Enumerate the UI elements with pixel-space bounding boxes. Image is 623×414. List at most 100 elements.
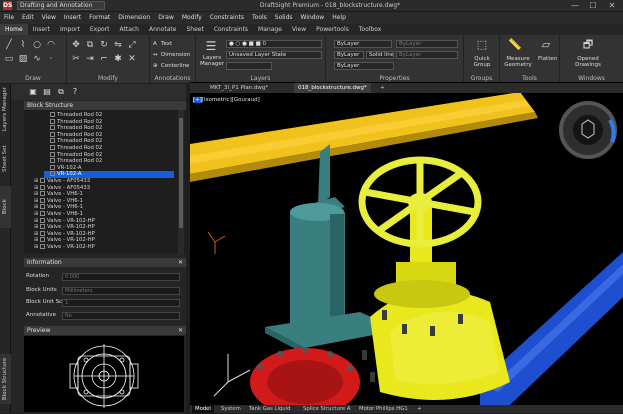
tree-checkbox[interactable] <box>50 118 55 124</box>
close-icon[interactable]: ✕ <box>178 326 183 335</box>
new-sheet-tab-button[interactable]: + <box>414 405 424 413</box>
side-tab-layers-manager[interactable]: Layers Manager <box>0 86 11 132</box>
menu-help[interactable]: Help <box>328 12 350 24</box>
layer-state-dropdown[interactable]: Unsaved Layer State <box>226 51 322 59</box>
tree-checkbox[interactable] <box>40 244 45 249</box>
menu-format[interactable]: Format <box>85 12 114 24</box>
doc-tab-blockstructure[interactable]: 018_blockstructure.dwg* <box>294 83 371 93</box>
tree-row[interactable]: Threaded Rod 02 <box>44 112 174 118</box>
tab-powertools[interactable]: Powertools <box>311 24 354 35</box>
tab-export[interactable]: Export <box>85 24 115 35</box>
new-doc-tab-button[interactable]: + <box>376 83 389 93</box>
opened-drawings-label[interactable]: Opened Drawings <box>566 56 610 68</box>
move-icon[interactable]: ✥ <box>71 40 81 50</box>
tab-insert[interactable]: Insert <box>28 24 55 35</box>
spline-icon[interactable]: ∿ <box>32 54 42 64</box>
menu-view[interactable]: View <box>38 12 60 24</box>
expand-toggle-icon[interactable]: ⊞ <box>34 198 39 204</box>
side-tab-sheet-set-manager[interactable]: Sheet Set Manager <box>0 134 19 184</box>
tab-sheet[interactable]: Sheet <box>181 24 208 35</box>
tree-checkbox[interactable] <box>40 237 45 243</box>
circle-icon[interactable]: ○ <box>32 40 42 50</box>
tree-row[interactable]: ⊞ Valve - VR-102-HP <box>34 237 174 243</box>
tree-row[interactable]: ⊞ Valve - AF05433 <box>34 178 174 184</box>
info-value[interactable]: 0.000 <box>62 273 180 281</box>
tree-checkbox[interactable] <box>50 112 55 117</box>
flatten-icon[interactable]: ▱ <box>540 39 552 52</box>
sheet-tab-model[interactable]: Model <box>192 405 214 413</box>
tab-import[interactable]: Import <box>55 24 85 35</box>
tab-attach[interactable]: Attach <box>115 24 144 35</box>
expand-toggle-icon[interactable]: ⊞ <box>34 244 39 250</box>
expand-toggle-icon[interactable]: ⊞ <box>34 191 39 197</box>
expand-toggle-icon[interactable]: ⊞ <box>34 211 39 217</box>
sheet-tab-splice-structure-a[interactable]: Splice Structure A <box>300 405 353 413</box>
menu-dimension[interactable]: Dimension <box>114 12 154 24</box>
maximize-button[interactable]: ☐ <box>585 0 601 12</box>
quick-group-label[interactable]: Quick Group <box>466 56 498 68</box>
color-dropdown[interactable]: ByLayer <box>334 40 392 48</box>
tree-row[interactable]: Threaded Rod 02 <box>44 138 174 144</box>
menu-draw[interactable]: Draw <box>154 12 178 24</box>
tree-row[interactable]: ⊞ Valve - VH6-1 <box>34 191 174 197</box>
side-tab-block-structure[interactable]: Block Structure <box>0 186 19 228</box>
tree-checkbox[interactable] <box>50 145 55 150</box>
valve-body[interactable] <box>370 202 510 400</box>
close-icon[interactable]: ✕ <box>178 258 183 267</box>
layer-tools-dropdown[interactable] <box>226 62 272 70</box>
expand-toggle-icon[interactable]: ⊞ <box>34 185 39 191</box>
view-label-tag[interactable]: [+] <box>193 97 202 103</box>
linetype-dropdown[interactable]: ByLayer <box>334 51 364 59</box>
tree-row[interactable]: VR-102-A <box>44 164 174 171</box>
refresh-icon[interactable]: ⧉ <box>56 87 66 97</box>
collapse-icon[interactable]: ▤ <box>42 87 52 97</box>
explode-icon[interactable]: ✱ <box>113 54 123 64</box>
tree-checkbox[interactable] <box>50 125 55 131</box>
app-logo[interactable]: DS <box>3 1 12 10</box>
tree-checkbox[interactable] <box>40 224 45 230</box>
rotate-icon[interactable]: ↻ <box>99 40 109 50</box>
menu-insert[interactable]: Insert <box>60 12 85 24</box>
tree-checkbox[interactable] <box>50 138 55 144</box>
tab-manage[interactable]: Manage <box>253 24 287 35</box>
workspace-dropdown[interactable]: Drafting and Annotation <box>17 1 105 10</box>
view-mode-label[interactable]: [+][Isometric][Gouraud] <box>193 97 260 104</box>
tree-checkbox[interactable] <box>50 164 55 170</box>
tree-row[interactable]: Threaded Rod 02 <box>44 131 174 138</box>
trim-icon[interactable]: ✂ <box>71 54 81 64</box>
tree-checkbox[interactable] <box>40 217 45 223</box>
scale-icon[interactable]: ⤢ <box>127 40 137 50</box>
tree-checkbox[interactable] <box>40 184 45 190</box>
erase-icon[interactable]: ✕ <box>127 54 137 64</box>
menu-constraints[interactable]: Constraints <box>206 12 248 24</box>
plotstyle-dropdown[interactable]: ByLayer <box>334 62 394 70</box>
tree-row[interactable]: ⊞ Valve - VH6-1 <box>34 197 174 204</box>
tab-toolbox[interactable]: Toolbox <box>354 24 387 35</box>
tab-view[interactable]: View <box>287 24 311 35</box>
tree-scrollbar-thumb[interactable] <box>179 118 183 228</box>
layers-manager-icon[interactable]: ☰ <box>204 39 218 53</box>
tree-row[interactable]: ⊞ Valve - VH6-1 <box>34 204 174 210</box>
menu-tools[interactable]: Tools <box>248 12 271 24</box>
expand-toggle-icon[interactable]: ⊞ <box>34 237 39 243</box>
menu-edit[interactable]: Edit <box>18 12 38 24</box>
quick-group-icon[interactable]: ⬚ <box>476 39 488 52</box>
sheet-tab-motor-phillips[interactable]: Motor Phillips HG1 <box>356 405 411 413</box>
layers-manager-label[interactable]: Layers Manager <box>199 55 225 67</box>
tab-home[interactable]: Home <box>0 24 28 35</box>
measure-geometry-label[interactable]: Measure Geometry <box>502 56 534 68</box>
tree-checkbox[interactable] <box>50 158 55 164</box>
tree-checkbox[interactable] <box>40 230 45 236</box>
mirror-icon[interactable]: ⇋ <box>113 40 123 50</box>
3d-model-view[interactable] <box>190 82 623 405</box>
tree-row[interactable]: ⊞ Valve - VR-102-HP <box>34 217 174 224</box>
tab-constraints[interactable]: Constraints <box>209 24 253 35</box>
dimension-icon[interactable]: ↔ <box>153 52 158 59</box>
text-tool-icon[interactable]: A <box>153 41 157 48</box>
tree-checkbox[interactable] <box>50 151 55 157</box>
menu-window[interactable]: Window <box>297 12 329 24</box>
tree-row[interactable]: Threaded Rod 02 <box>44 118 174 125</box>
expand-toggle-icon[interactable]: ⊞ <box>34 224 39 230</box>
expand-toggle-icon[interactable]: ⊞ <box>34 178 39 184</box>
tree-checkbox[interactable] <box>40 191 45 197</box>
